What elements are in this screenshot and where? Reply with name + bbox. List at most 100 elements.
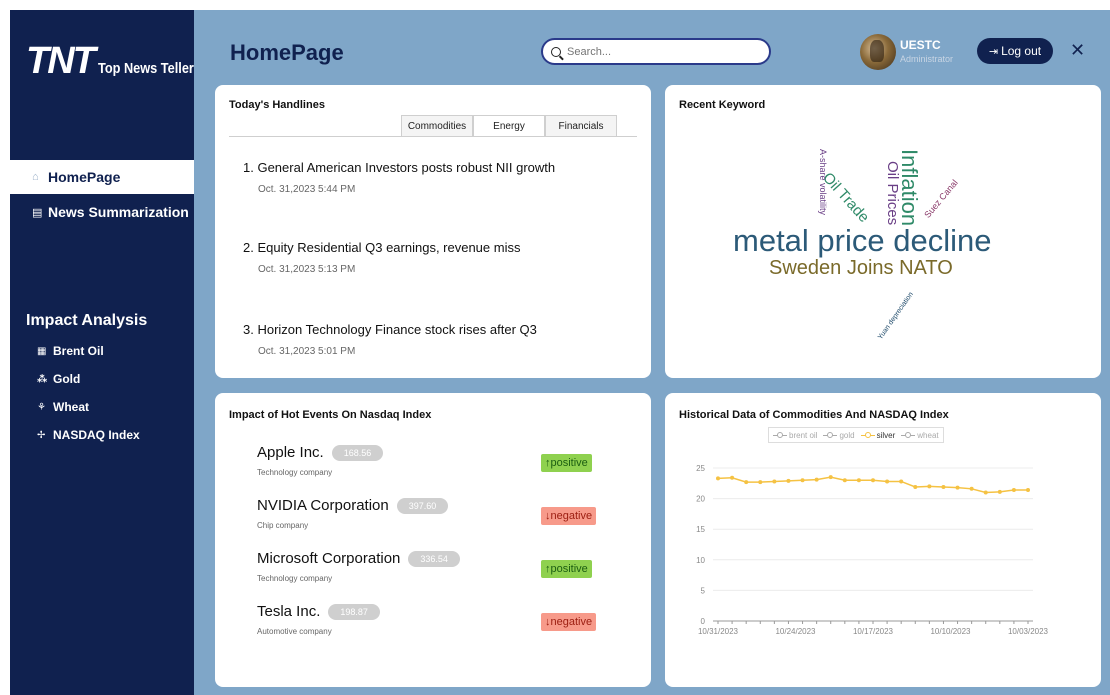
logout-label: Log out (1001, 44, 1042, 58)
keyword-sweden-joins-nato[interactable]: Sweden Joins NATO (769, 258, 953, 278)
data-point (997, 489, 1002, 494)
sidebar-item-gold[interactable]: ⁂ Gold (37, 372, 80, 386)
sidebar-item-label: HomePage (48, 169, 121, 185)
price-badge: 198.87 (328, 603, 380, 620)
sentiment-badge: ↓negative (541, 613, 597, 631)
data-point (730, 475, 735, 480)
app-logo[interactable]: TNT Top News Teller (26, 40, 211, 83)
data-point (772, 479, 777, 484)
data-point (814, 477, 819, 482)
x-tick-label: 10/10/2023 (930, 627, 971, 636)
sidebar-item-brent-oil[interactable]: ▦ Brent Oil (37, 344, 104, 358)
sidebar-item-label: NASDAQ Index (53, 428, 140, 442)
sentiment-badge: ↑positive (541, 454, 592, 472)
headline-link[interactable]: 1. General American Investors posts robu… (243, 160, 555, 175)
sidebar-item-news-summarization[interactable]: ▤ News Summarization (10, 195, 194, 229)
company-name[interactable]: Apple Inc. 168.56 (257, 444, 384, 461)
line-chart: 0 5 10 15 20 25 10/31/2023 10/24/2023 10/17/2023… (696, 464, 1049, 636)
company-name[interactable]: NVIDIA Corporation 397.60 (257, 497, 449, 514)
oil-barrel-icon: ▦ (37, 345, 47, 357)
tab-energy[interactable]: Energy (473, 115, 545, 136)
company-name[interactable]: Microsoft Corporation 336.54 (257, 550, 460, 567)
sidebar-item-label: News Summarization (48, 204, 189, 220)
keyword-metal-price-decline[interactable]: metal price decline (733, 225, 991, 256)
x-tick-label: 10/24/2023 (775, 627, 816, 636)
data-point (983, 490, 988, 495)
x-tick-label: 10/03/2023 (1008, 627, 1049, 636)
keyword-suez-canal[interactable]: Suez Canal (922, 178, 960, 220)
headline-link[interactable]: 3. Horizon Technology Finance stock rise… (243, 322, 537, 337)
data-point (758, 480, 763, 485)
sidebar-item-nasdaq-index[interactable]: ✢ NASDAQ Index (37, 428, 140, 442)
card-title: Today's Handlines (229, 99, 325, 111)
headline-tabs: Commodities Energy Financials (401, 115, 617, 136)
logo-mark: TNT (26, 40, 96, 82)
keyword-a-share-volatility[interactable]: A-share volatility (818, 149, 828, 215)
y-tick-label: 25 (696, 464, 705, 473)
tab-commodities[interactable]: Commodities (401, 115, 473, 136)
data-point (955, 485, 960, 490)
newspaper-icon: ▤ (32, 206, 43, 219)
data-point (969, 486, 974, 491)
user-name: UESTC (900, 38, 941, 52)
sidebar-item-label: Brent Oil (53, 344, 104, 358)
headline-date: Oct. 31,2023 5:13 PM (258, 264, 356, 275)
sidebar-item-homepage[interactable]: ⌂ HomePage (10, 160, 194, 194)
data-point (899, 479, 904, 484)
y-tick-label: 5 (701, 586, 706, 595)
company-name-text: Apple Inc. (257, 444, 324, 461)
company-description: Chip company (257, 521, 309, 530)
logo-text: Top News Teller (97, 60, 194, 77)
headline-date: Oct. 31,2023 5:44 PM (258, 184, 356, 195)
sidebar-item-wheat[interactable]: ⚘ Wheat (37, 400, 89, 414)
company-name[interactable]: Tesla Inc. 198.87 (257, 603, 380, 620)
home-icon: ⌂ (32, 171, 39, 183)
gold-bars-icon: ⁂ (37, 373, 48, 385)
headline-link[interactable]: 2. Equity Residential Q3 earnings, reven… (243, 240, 520, 255)
y-tick-label: 20 (696, 495, 705, 504)
data-point (786, 478, 791, 483)
data-point (800, 478, 805, 483)
sentiment-badge: ↓negative (541, 507, 597, 525)
data-point (927, 484, 932, 489)
tab-financials[interactable]: Financials (545, 115, 617, 136)
data-point (941, 484, 946, 489)
wheat-icon: ⚘ (37, 401, 46, 413)
chart-icon: ✢ (37, 429, 46, 441)
search-box[interactable] (541, 38, 771, 65)
keyword-inflation[interactable]: Inflation (897, 149, 922, 226)
company-description: Technology company (257, 468, 333, 477)
price-badge: 397.60 (396, 497, 449, 514)
headline-date: Oct. 31,2023 5:01 PM (258, 346, 356, 357)
keyword-yuan-depreciation[interactable]: Yuan depreciation (877, 291, 915, 341)
y-tick-label: 0 (701, 617, 706, 626)
data-point (1011, 488, 1016, 493)
logout-icon: ⇥ (988, 45, 999, 58)
avatar[interactable] (860, 34, 896, 70)
x-tick-label: 10/17/2023 (853, 627, 894, 636)
data-point (913, 484, 918, 489)
y-tick-label: 15 (696, 525, 705, 534)
card-title: Recent Keyword (679, 99, 766, 111)
price-badge: 336.54 (408, 550, 460, 567)
price-badge: 168.56 (331, 444, 384, 461)
keyword-oil-prices[interactable]: Oil Prices (884, 161, 901, 225)
data-point (842, 478, 847, 483)
company-name-text: Tesla Inc. (257, 603, 321, 620)
company-name-text: NVIDIA Corporation (257, 497, 389, 514)
history-chart-card: Historical Data of Commodities And NASDA… (665, 393, 1101, 687)
x-tick-label: 10/31/2023 (698, 627, 739, 636)
data-point (856, 478, 861, 483)
sidebar-item-label: Wheat (53, 400, 89, 414)
search-icon (551, 46, 561, 57)
search-input[interactable] (567, 45, 757, 58)
company-name-text: Microsoft Corporation (257, 550, 401, 567)
logout-button[interactable]: ⇥ Log out (977, 38, 1053, 64)
data-point (885, 479, 890, 484)
close-icon[interactable]: ✕ (1070, 40, 1085, 61)
y-tick-label: 10 (696, 556, 705, 565)
data-point (1026, 488, 1030, 493)
data-point (744, 480, 749, 485)
data-point (871, 478, 875, 483)
sentiment-badge: ↑positive (541, 560, 592, 578)
